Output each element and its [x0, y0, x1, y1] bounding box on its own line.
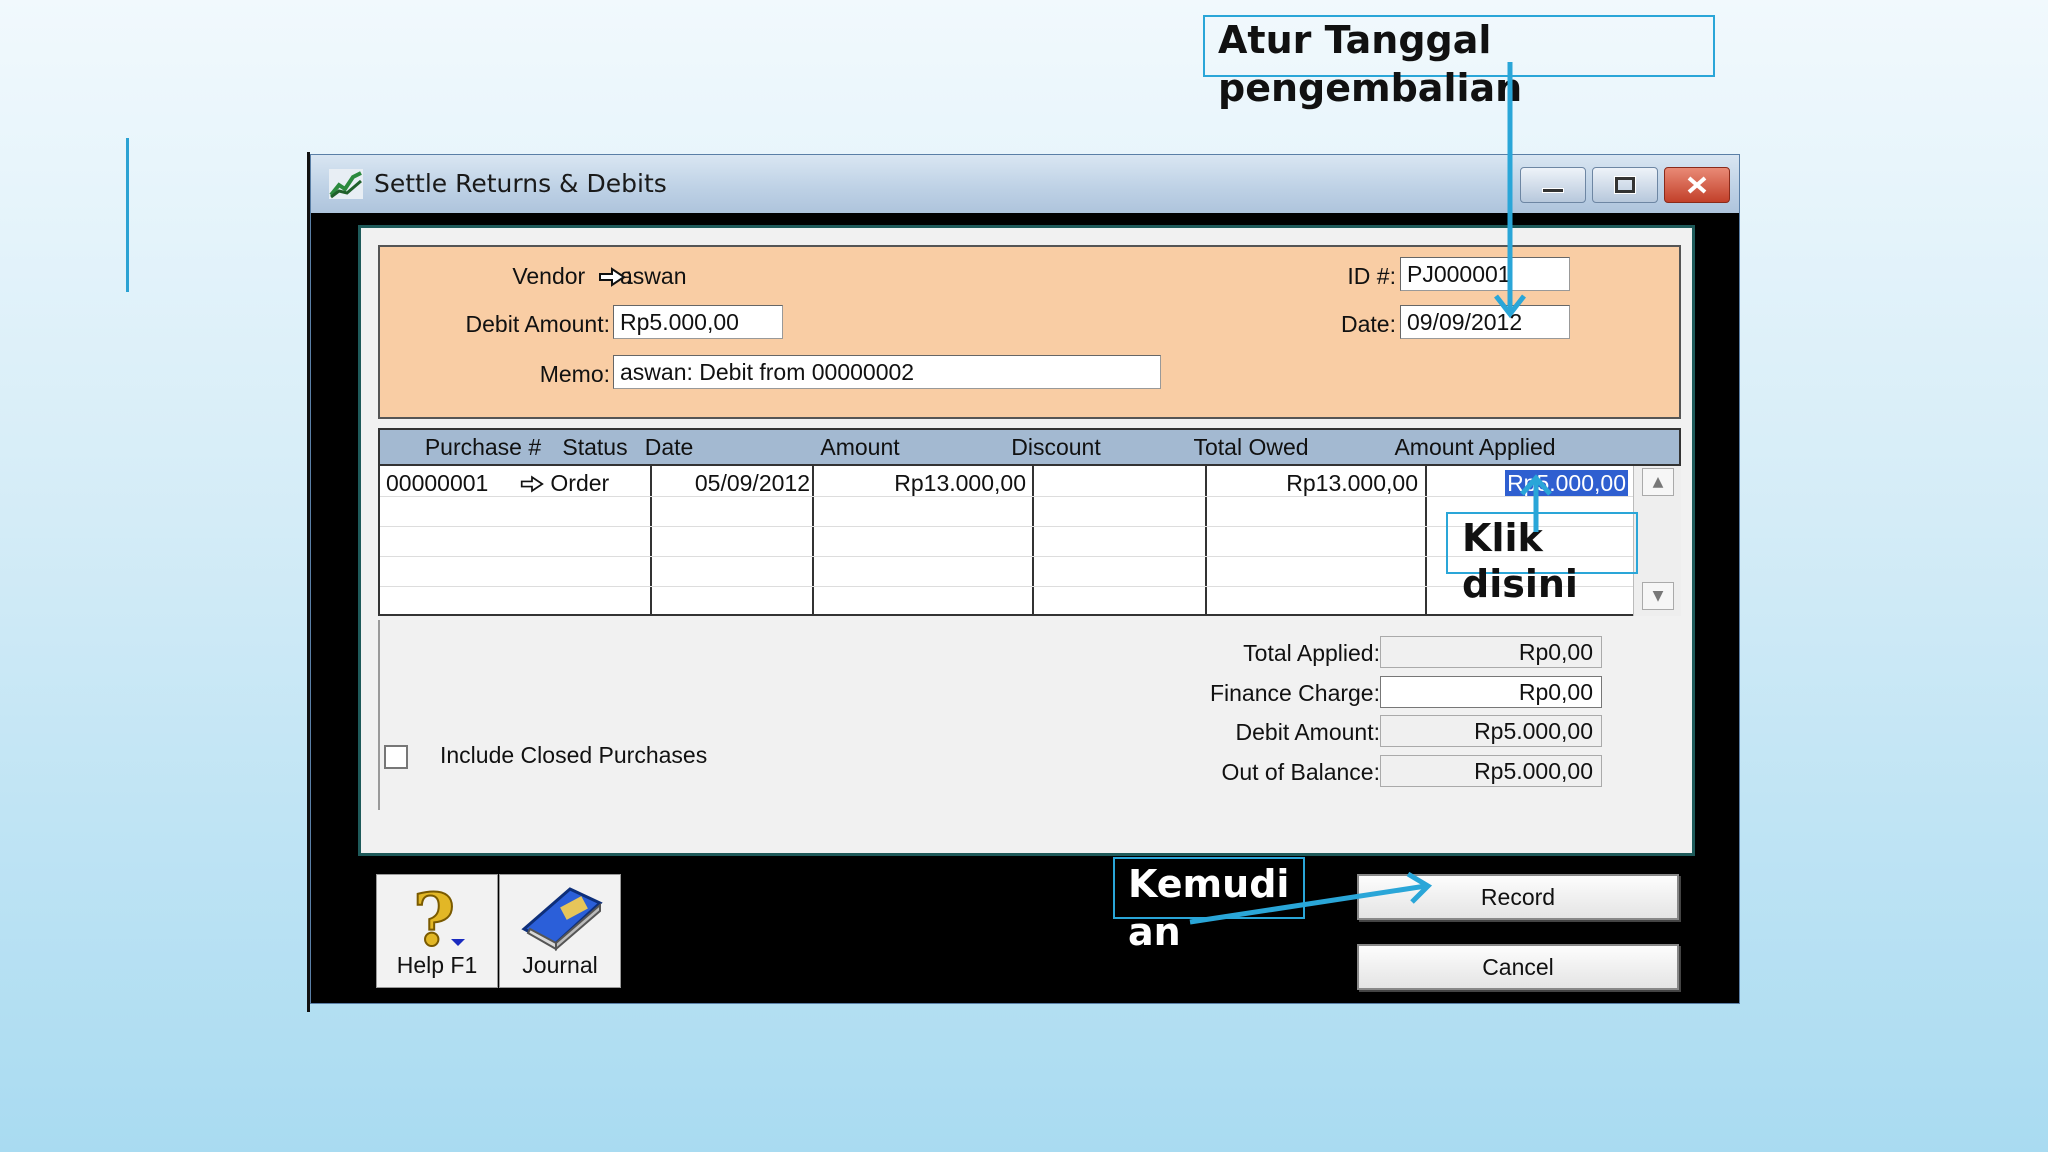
click-callout-line1: Klik — [1462, 516, 1543, 560]
maximize-icon — [1614, 176, 1636, 194]
scroll-up-arrow-icon[interactable]: ▲ — [1642, 468, 1674, 496]
close-button[interactable] — [1664, 167, 1730, 203]
minimize-button[interactable] — [1520, 167, 1586, 203]
help-button[interactable]: ? Help F1 — [376, 874, 498, 988]
then-callout-line2: an — [1128, 910, 1181, 954]
help-button-label: Help F1 — [396, 952, 478, 978]
svg-text:?: ? — [413, 883, 455, 953]
journal-button[interactable]: Journal — [499, 874, 621, 988]
cell-date: 05/09/2012 — [694, 470, 810, 496]
date-label: Date: — [1341, 311, 1396, 337]
column-divider — [1205, 466, 1207, 616]
column-divider — [650, 466, 652, 616]
debit-amount-total-label: Debit Amount: — [1235, 719, 1380, 745]
cell-total-owed: Rp13.000,00 — [1286, 470, 1418, 496]
debit-amount-field[interactable]: Rp5.000,00 — [613, 305, 783, 339]
cell-status[interactable]: Order — [520, 470, 609, 497]
table-scrollbar[interactable]: ▲ ▼ — [1633, 466, 1681, 616]
window-title: Settle Returns & Debits — [374, 169, 667, 198]
include-closed-checkbox[interactable] — [384, 745, 408, 769]
status-text: Order — [550, 470, 610, 496]
journal-button-label: Journal — [522, 952, 598, 978]
table-header: Purchase # Status Date Amount Discount T… — [380, 430, 1679, 466]
id-field[interactable]: PJ000001 — [1400, 257, 1570, 291]
totals-panel: Total Applied: Rp0,00 Finance Charge: Rp… — [378, 620, 1681, 810]
vendor-value: aswan — [620, 263, 687, 289]
row-line — [380, 586, 1633, 587]
help-question-icon: ? — [412, 883, 465, 953]
minimize-icon — [1542, 187, 1564, 193]
out-of-balance-label: Out of Balance: — [1221, 759, 1380, 785]
cancel-button[interactable]: Cancel — [1357, 944, 1679, 990]
id-label: ID #: — [1347, 263, 1396, 289]
out-of-balance-field: Rp5.000,00 — [1380, 755, 1602, 787]
finance-charge-field[interactable]: Rp0,00 — [1380, 676, 1602, 708]
date-field[interactable]: 09/09/2012 — [1400, 305, 1570, 339]
record-button[interactable]: Record — [1357, 874, 1679, 920]
link-arrow-icon[interactable] — [520, 475, 544, 493]
vendor-label: Vendor : — [512, 263, 632, 289]
date-callout-line2: pengembalian — [1218, 66, 1523, 110]
date-callout-line1: Atur Tanggal — [1218, 18, 1492, 62]
total-applied-label: Total Applied: — [1243, 640, 1380, 666]
memo-field[interactable]: aswan: Debit from 00000002 — [613, 355, 1161, 389]
include-closed-label[interactable]: Include Closed Purchases — [440, 742, 707, 769]
column-divider — [1425, 466, 1427, 616]
maximize-button[interactable] — [1592, 167, 1658, 203]
column-header-date[interactable]: Date — [588, 434, 750, 461]
cell-amount-applied[interactable]: Rp5.000,00 — [1430, 470, 1628, 497]
column-header-amount-applied[interactable]: Amount Applied — [1364, 434, 1586, 461]
click-callout-line2: disini — [1462, 562, 1578, 606]
column-header-discount[interactable]: Discount — [970, 434, 1142, 461]
title-bar[interactable]: Settle Returns & Debits — [311, 155, 1739, 213]
debit-amount-label: Debit Amount: — [465, 311, 610, 337]
then-callout-line1: Kemudi — [1128, 862, 1290, 906]
slide-accent-line — [126, 138, 129, 292]
scroll-down-arrow-icon[interactable]: ▼ — [1642, 582, 1674, 610]
column-header-total-owed[interactable]: Total Owed — [1142, 434, 1360, 461]
column-divider — [1032, 466, 1034, 616]
finance-charge-label: Finance Charge: — [1209, 680, 1380, 706]
close-icon — [1687, 176, 1707, 194]
memo-label: Memo: — [539, 361, 610, 387]
total-applied-field: Rp0,00 — [1380, 636, 1602, 668]
column-header-amount[interactable]: Amount — [750, 434, 970, 461]
column-divider — [812, 466, 814, 616]
cell-purchase-number: 00000001 — [386, 470, 489, 496]
journal-book-icon — [521, 887, 603, 952]
app-chart-icon — [329, 169, 363, 199]
cell-amount: Rp13.000,00 — [894, 470, 1026, 496]
amount-applied-selection[interactable]: Rp5.000,00 — [1505, 470, 1628, 496]
vendor-header-panel: Vendor : aswan Debit Amount: Rp5.000,00 … — [378, 245, 1681, 419]
debit-amount-total-field: Rp5.000,00 — [1380, 715, 1602, 747]
